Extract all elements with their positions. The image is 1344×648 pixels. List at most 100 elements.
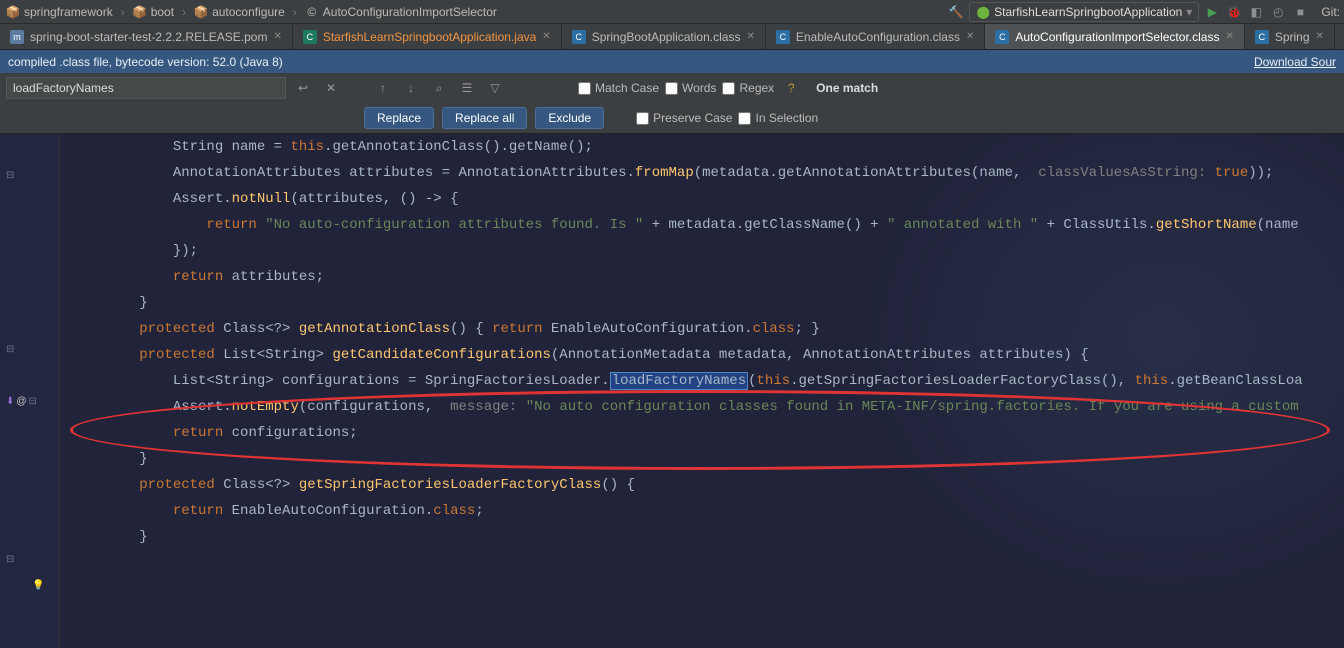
notice-text: compiled .class file, bytecode version: … (8, 55, 283, 69)
replace-all-button[interactable]: Replace all (442, 107, 527, 129)
fold-icon[interactable]: ⊟ (6, 344, 14, 355)
spring-icon: ⬤ (976, 5, 990, 19)
breadcrumb-seg[interactable]: 📦 boot (131, 5, 176, 19)
java-class-icon: C (303, 30, 317, 44)
download-sources-link[interactable]: Download Sour (1254, 55, 1336, 69)
filter-icon[interactable]: ▽ (484, 77, 506, 99)
editor-tab[interactable]: C EnableAutoConfiguration.class ✕ (766, 24, 986, 49)
decompiled-notice: compiled .class file, bytecode version: … (0, 50, 1344, 73)
close-icon[interactable]: ✕ (966, 31, 974, 42)
breadcrumb-seg[interactable]: © AutoConfigurationImportSelector (303, 5, 499, 19)
chevron-down-icon: ▾ (1186, 5, 1192, 19)
fold-icon[interactable]: ⊟ (29, 396, 37, 407)
breadcrumb-label: boot (151, 5, 174, 19)
override-icon[interactable]: ⬇ (6, 396, 14, 407)
coverage-icon[interactable]: ◧ (1247, 3, 1265, 21)
words-checkbox[interactable]: Words (665, 81, 716, 95)
history-icon[interactable]: ↩ (292, 77, 314, 99)
profile-icon[interactable]: ◴ (1269, 3, 1287, 21)
java-class-icon: C (1255, 30, 1269, 44)
debug-icon[interactable]: 🐞 (1225, 3, 1243, 21)
tab-label: SpringBootApplication.class (592, 30, 741, 44)
fold-icon[interactable]: ⊟ (6, 170, 14, 181)
checkbox-label: Words (682, 81, 716, 95)
code-line[interactable]: } (60, 446, 1344, 472)
build-icon[interactable]: 🔨 (947, 3, 965, 21)
tab-label: AutoConfigurationImportSelector.class (1015, 30, 1219, 44)
tab-label: spring-boot-starter-test-2.2.2.RELEASE.p… (30, 30, 267, 44)
match-count: One match (816, 81, 878, 95)
chevron-right-icon: › (119, 5, 127, 19)
help-icon[interactable]: ? (780, 77, 802, 99)
chevron-right-icon: › (180, 5, 188, 19)
code-line[interactable]: return "No auto-configuration attributes… (60, 212, 1344, 238)
run-config-label: StarfishLearnSpringbootApplication (994, 5, 1182, 19)
checkbox-label: Match Case (595, 81, 659, 95)
next-match-icon[interactable]: ↓ (400, 77, 422, 99)
editor-tabs: m spring-boot-starter-test-2.2.2.RELEASE.… (0, 24, 1344, 50)
breadcrumb-seg[interactable]: 📦 autoconfigure (192, 5, 287, 19)
close-icon[interactable]: ✕ (542, 31, 550, 42)
breadcrumb-label: autoconfigure (212, 5, 285, 19)
fold-icon[interactable]: ⊟ (6, 554, 14, 565)
git-label: Git: (1321, 5, 1340, 19)
run-config-selector[interactable]: ⬤ StarfishLearnSpringbootApplication ▾ (969, 2, 1199, 22)
prev-match-icon[interactable]: ↑ (372, 77, 394, 99)
find-all-icon[interactable]: ⌕ (428, 77, 450, 99)
editor-tab[interactable]: C StarfishLearnSpringbootApplication.java… (293, 24, 562, 49)
editor-tab[interactable]: C AutoConfigurationImportSelector.class ✕ (985, 24, 1245, 49)
breadcrumb-label: springframework (24, 5, 113, 19)
bulb-icon[interactable]: 💡 (32, 580, 44, 591)
code-line[interactable]: List<String> configurations = SpringFact… (60, 368, 1344, 394)
find-replace-bar: ↩ ✕ ↑ ↓ ⌕ ☰ ▽ Match Case Words Regex ? O… (0, 73, 1344, 134)
close-icon[interactable]: ✕ (320, 77, 342, 99)
search-input[interactable] (6, 77, 286, 99)
in-selection-checkbox[interactable]: In Selection (738, 111, 818, 125)
editor-tab[interactable]: CSpring✕ (1245, 24, 1335, 49)
xml-file-icon: m (10, 30, 24, 44)
code-line[interactable]: }); (60, 238, 1344, 264)
close-icon[interactable]: ✕ (273, 31, 281, 42)
java-class-icon: C (776, 30, 790, 44)
checkbox-label: Preserve Case (653, 111, 732, 125)
tab-label: EnableAutoConfiguration.class (796, 30, 960, 44)
code-line[interactable]: } (60, 524, 1344, 550)
match-case-checkbox[interactable]: Match Case (578, 81, 659, 95)
checkbox-label: In Selection (755, 111, 818, 125)
tab-label: StarfishLearnSpringbootApplication.java (323, 30, 536, 44)
code-line[interactable]: protected List<String> getCandidateConfi… (60, 342, 1344, 368)
regex-checkbox[interactable]: Regex (722, 81, 774, 95)
java-class-icon: C (995, 30, 1009, 44)
code-line[interactable]: Assert.notEmpty(configurations, message:… (60, 394, 1344, 420)
exclude-button[interactable]: Exclude (535, 107, 604, 129)
select-all-icon[interactable]: ☰ (456, 77, 478, 99)
editor-tab[interactable]: m spring-boot-starter-test-2.2.2.RELEASE.… (0, 24, 293, 49)
code-line[interactable]: AnnotationAttributes attributes = Annota… (60, 160, 1344, 186)
close-icon[interactable]: ✕ (1316, 31, 1324, 42)
stop-icon[interactable]: ■ (1291, 3, 1309, 21)
code-content[interactable]: String name = this.getAnnotationClass().… (60, 134, 1344, 648)
code-line[interactable]: protected Class<?> getAnnotationClass() … (60, 316, 1344, 342)
close-icon[interactable]: ✕ (1225, 31, 1233, 42)
editor-tab[interactable]: C SpringBootApplication.class ✕ (562, 24, 766, 49)
preserve-case-checkbox[interactable]: Preserve Case (636, 111, 732, 125)
code-line[interactable]: Assert.notNull(attributes, () -> { (60, 186, 1344, 212)
java-class-icon: C (572, 30, 586, 44)
code-editor[interactable]: ⊟ ⊟ ⬇ @ ⊟ ⊟ 💡 String name = this.getAnno… (0, 134, 1344, 648)
code-line[interactable]: } (60, 290, 1344, 316)
code-line[interactable]: return EnableAutoConfiguration.class; (60, 498, 1344, 524)
replace-button[interactable]: Replace (364, 107, 434, 129)
package-icon: 📦 (133, 5, 147, 19)
package-icon: 📦 (6, 5, 20, 19)
code-line[interactable]: String name = this.getAnnotationClass().… (60, 134, 1344, 160)
editor-gutter[interactable]: ⊟ ⊟ ⬇ @ ⊟ ⊟ 💡 (0, 134, 60, 648)
close-icon[interactable]: ✕ (746, 31, 754, 42)
class-icon: © (305, 5, 319, 19)
code-line[interactable]: protected Class<?> getSpringFactoriesLoa… (60, 472, 1344, 498)
breadcrumb-bar: 📦 springframework › 📦 boot › 📦 autoconfi… (0, 0, 1344, 24)
run-icon[interactable]: ▶ (1203, 3, 1221, 21)
code-line[interactable]: return configurations; (60, 420, 1344, 446)
code-line[interactable]: return attributes; (60, 264, 1344, 290)
breadcrumb-label: AutoConfigurationImportSelector (323, 5, 497, 19)
breadcrumb-seg[interactable]: 📦 springframework (4, 5, 115, 19)
